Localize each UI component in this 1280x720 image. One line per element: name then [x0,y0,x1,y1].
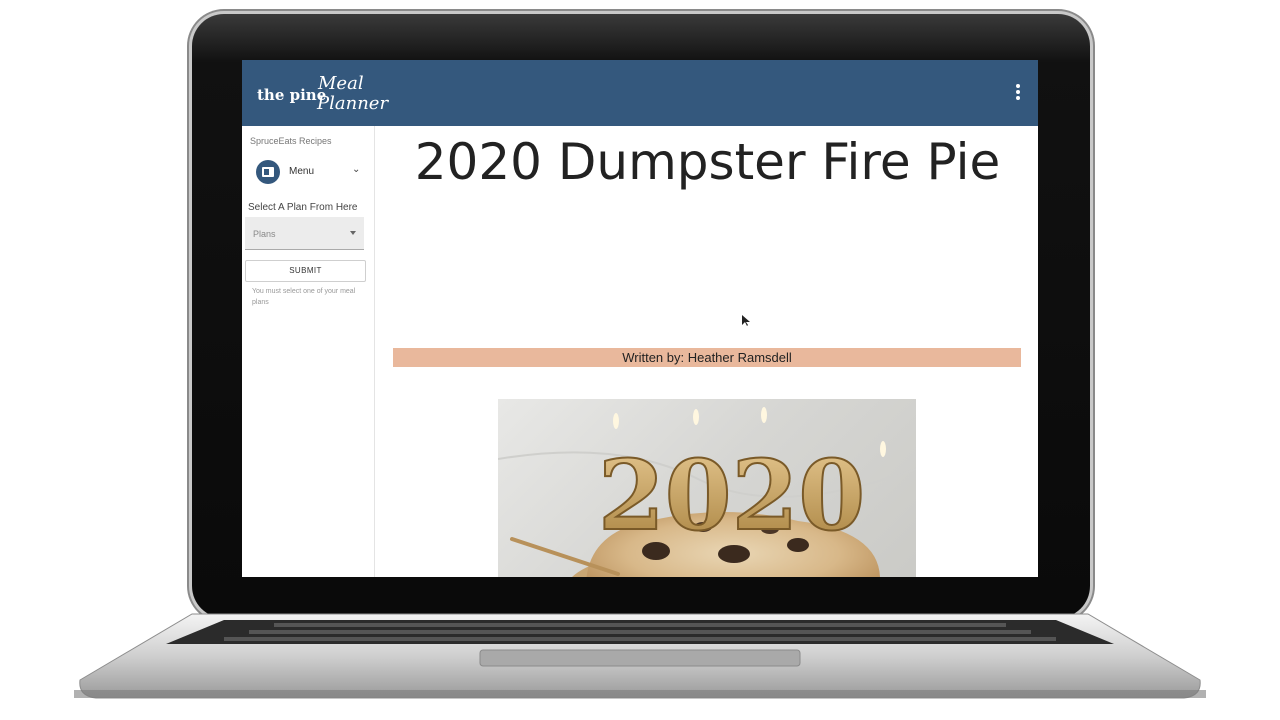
submit-button[interactable]: SUBMIT [245,260,366,282]
logo-prefix: the pine [257,86,327,104]
chevron-down-icon: ⌄ [352,164,361,175]
plans-select[interactable]: Plans [245,217,364,250]
app-header: the pine Meal Planner [242,60,1038,126]
menu-book-icon [256,160,280,184]
logo-word-meal: Meal [318,73,364,94]
menu-toggle[interactable]: Menu ⌄ [256,160,366,184]
menu-label: Menu [289,166,315,177]
sidebar-title: SpruceEats Recipes [250,136,332,146]
recipe-image: 2020 [498,399,916,577]
recipe-byline: Written by: Heather Ramsdell [393,348,1021,367]
caret-down-icon [350,231,356,235]
helper-text: You must select one of your meal plans [252,288,356,306]
sidebar: SpruceEats Recipes Menu ⌄ Select A Plan … [242,126,375,577]
browser-screen: the pine Meal Planner SpruceEats Recipes… [242,60,1038,577]
plan-prompt: Select A Plan From Here [248,202,358,213]
laptop-base [74,610,1206,702]
mouse-cursor-icon [742,315,750,326]
more-vertical-icon[interactable] [1010,82,1026,104]
logo-word-planner: Planner [317,93,389,114]
recipe-content: 2020 Dumpster Fire Pie Written by: Heath… [375,126,1038,577]
candle-numbers: 2020 [598,439,865,552]
recipe-title: 2020 Dumpster Fire Pie [414,133,1001,191]
pie-photo: 2020 [498,407,916,577]
plans-placeholder: Plans [253,229,276,239]
